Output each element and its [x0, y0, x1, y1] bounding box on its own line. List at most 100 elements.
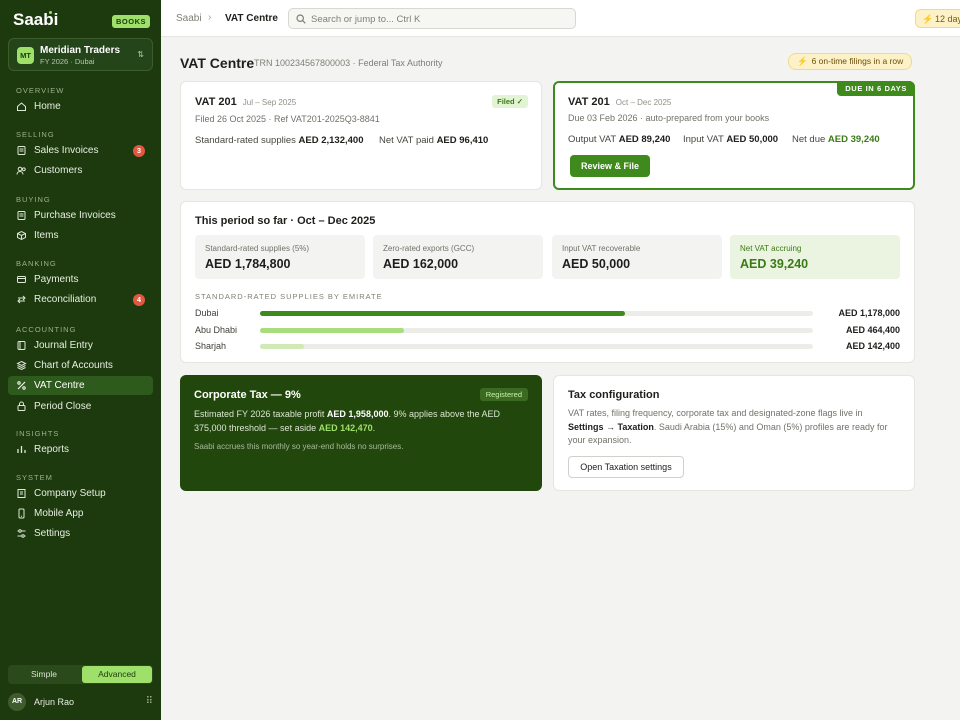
sidebar-item-settings[interactable]: Settings [8, 524, 153, 543]
sidebar-item-vat-centre[interactable]: VAT Centre [8, 376, 153, 396]
sidebar: Saabi BOOKS MT Meridian Traders FY 2026 … [0, 0, 161, 720]
sidebar-item-mobile-app[interactable]: Mobile App [8, 504, 153, 523]
sidebar-item-chart-of-accounts[interactable]: Chart of Accounts [8, 356, 153, 375]
org-avatar: MT [17, 47, 34, 64]
due-return-card: DUE IN 6 DAYS VAT 201 Oct – Dec 2025 Due … [553, 81, 915, 190]
sidebar-item-label: Items [34, 230, 59, 242]
breadcrumb-current: VAT Centre [225, 13, 278, 24]
due-return-title: VAT 201 Oct – Dec 2025 [568, 96, 671, 108]
sidebar-item-label: Mobile App [34, 508, 84, 520]
edition-badge: BOOKS [112, 15, 151, 28]
stat-label: Standard-rated supplies (5%) [205, 244, 310, 253]
nav-section-overview: OVERVIEW [16, 86, 65, 95]
percent-icon [17, 381, 26, 391]
user-menu[interactable]: AR Arjun Rao ⠿ [8, 693, 153, 711]
trn-label: TRN 100234567800003 · Federal Tax Author… [254, 58, 443, 68]
sidebar-item-label: Period Close [34, 400, 92, 412]
search-input[interactable]: Search or jump to... Ctrl K [288, 8, 576, 29]
filed-return-title: VAT 201 Jul – Sep 2025 [195, 96, 296, 108]
sidebar-item-label: Home [34, 101, 61, 112]
stat-label: Input VAT recoverable [562, 244, 641, 253]
stat-input-vat: Input VAT recoverable AED 50,000 [552, 235, 722, 279]
breadcrumb-root[interactable]: Saabi [176, 13, 202, 24]
org-name: Meridian Traders [40, 45, 121, 56]
due-meta: Due 03 Feb 2026 · auto-prepared from you… [568, 113, 770, 123]
return-form: VAT 201 [195, 96, 237, 108]
review-file-button[interactable]: Review & File [570, 155, 650, 177]
bar-label: Sharjah [195, 341, 227, 351]
invoice-icon [17, 146, 26, 155]
sidebar-item-journal-entry[interactable]: Journal Entry [8, 336, 153, 355]
mode-advanced[interactable]: Advanced [82, 666, 152, 683]
lock-icon [17, 401, 26, 411]
chevron-right-icon: › [208, 12, 212, 23]
nav-section-system: SYSTEM [16, 473, 53, 482]
stat-net-vat: Net VAT accruing AED 39,240 [730, 235, 900, 279]
top-bar: Saabi › VAT Centre Search or jump to... … [161, 0, 960, 37]
sidebar-item-label: Company Setup [34, 488, 106, 499]
bar-row-dubai: Dubai AED 1,178,000 [195, 307, 900, 319]
payments-icon [17, 276, 26, 283]
mode-simple[interactable]: Simple [9, 666, 79, 683]
bar-row-abu-dhabi: Abu Dhabi AED 464,400 [195, 324, 900, 336]
return-form: VAT 201 [568, 96, 610, 108]
bar-track [260, 311, 813, 316]
stat-value: AED 1,784,800 [205, 257, 291, 271]
sidebar-item-payments[interactable]: Payments [8, 270, 153, 289]
stat-zero-rated: Zero-rated exports (GCC) AED 162,000 [373, 235, 543, 279]
sidebar-item-customers[interactable]: Customers [8, 161, 153, 180]
stat-value: AED 50,000 [562, 257, 631, 271]
sidebar-item-label: Chart of Accounts [34, 360, 113, 372]
kv-value: AED 2,132,400 [298, 135, 364, 146]
sidebar-item-home[interactable]: Home [8, 97, 153, 116]
sidebar-item-label: Sales Invoices [34, 145, 99, 156]
sidebar-item-reports[interactable]: Reports [8, 440, 153, 459]
reconcile-icon [17, 295, 26, 304]
grid-menu-icon[interactable]: ⠿ [146, 696, 153, 707]
nav-section-banking: BANKING [16, 259, 57, 268]
return-period: Oct – Dec 2025 [615, 98, 672, 107]
tax-config-title: Tax configuration [568, 389, 660, 401]
period-card: This period so far · Oct – Dec 2025 Stan… [180, 201, 915, 363]
nav-section-buying: BUYING [16, 195, 51, 204]
sidebar-item-label: VAT Centre [34, 380, 85, 392]
page-title: VAT Centre [180, 55, 255, 71]
taxable-profit: AED 1,958,000 [326, 409, 389, 419]
sidebar-item-label: Customers [34, 165, 83, 177]
sidebar-item-company-setup[interactable]: Company Setup [8, 484, 153, 503]
org-subtitle: FY 2026 · Dubai [40, 57, 95, 66]
sidebar-item-purchase-invoices[interactable]: Purchase Invoices [8, 206, 153, 225]
set-aside-amount: AED 142,470 [318, 422, 373, 433]
building-icon [17, 489, 26, 498]
lightning-icon: ⚡ [922, 14, 934, 24]
kv-value: AED 50,000 [726, 134, 779, 145]
count-badge: 4 [133, 294, 145, 307]
net-due: Net due AED 39,240 [792, 134, 880, 145]
sidebar-item-label: Purchase Invoices [34, 210, 116, 221]
bar-value: AED 1,178,000 [838, 308, 900, 318]
corporate-tax-title: Corporate Tax — 9% [194, 389, 301, 401]
sidebar-item-label: Settings [34, 528, 71, 540]
sidebar-item-label: Payments [34, 274, 79, 285]
settings-path: Settings → Taxation [568, 421, 654, 432]
kv-value: AED 39,240 [827, 134, 880, 145]
bar-row-sharjah: Sharjah AED 142,400 [195, 340, 900, 352]
open-taxation-settings-button[interactable]: Open Taxation settings [568, 456, 684, 478]
sidebar-item-label: Reconciliation [34, 294, 97, 306]
org-switcher[interactable]: MT Meridian Traders FY 2026 · Dubai ⇅ [8, 38, 153, 71]
sidebar-item-sales-invoices[interactable]: Sales Invoices 3 [8, 141, 153, 160]
bar-label: Abu Dhabi [195, 324, 238, 335]
corporate-tax-note: Saabi accrues this monthly so year-end h… [194, 442, 404, 451]
sidebar-item-reconciliation[interactable]: Reconciliation 4 [8, 290, 153, 309]
registered-badge: Registered [479, 388, 528, 401]
streak-badge[interactable]: ⚡ 12 day [915, 9, 960, 28]
sidebar-item-period-close[interactable]: Period Close [8, 397, 153, 416]
stat-label: Zero-rated exports (GCC) [383, 244, 475, 253]
text: VAT rates, filing frequency, corporate t… [568, 408, 863, 418]
emirate-bars-title: STANDARD-RATED SUPPLIES BY EMIRATE [195, 292, 383, 301]
period-title: This period so far · Oct – Dec 2025 [195, 215, 376, 227]
sidebar-item-items[interactable]: Items [8, 226, 153, 245]
kv-label: Input VAT [683, 134, 724, 145]
output-vat: Output VAT AED 89,240 [568, 134, 670, 145]
due-ribbon: DUE IN 6 DAYS [837, 81, 915, 96]
